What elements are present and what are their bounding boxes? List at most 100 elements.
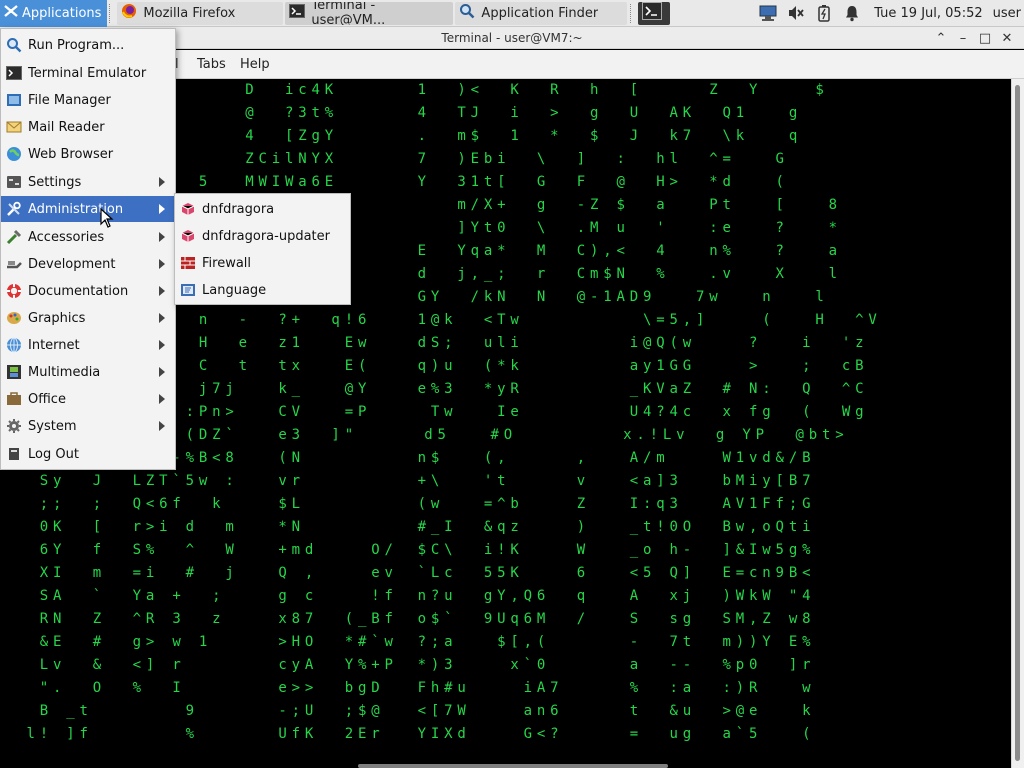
user-menu[interactable]: user xyxy=(993,6,1021,21)
menu-item-label: Multimedia xyxy=(28,364,101,380)
matrix-row: " . O % I e > > b g D F h # u i A 7 % : … xyxy=(0,680,811,696)
notifications-bell-icon[interactable] xyxy=(841,2,863,24)
taskbar-item-label: Mozilla Firefox xyxy=(143,5,236,21)
close-icon[interactable]: ✕ xyxy=(996,31,1018,46)
dnfdragora-updater-icon xyxy=(180,228,196,244)
clock[interactable]: Tue 19 Jul, 05:52 xyxy=(874,6,982,21)
menu-item-label: Documentation xyxy=(28,283,129,299)
menu-item-label: Graphics xyxy=(28,310,86,326)
matrix-row: 6 Y f S % ^ W + m d O / $ C \ i ! K W _ … xyxy=(0,542,811,558)
menu-item-mail-reader[interactable]: Mail Reader xyxy=(1,114,175,140)
top-panel: Applications Mozilla Firefox Terminal - … xyxy=(0,0,1024,27)
taskbar-item-label: Terminal - user@VM... xyxy=(311,1,386,25)
volume-muted-icon[interactable] xyxy=(785,2,807,24)
matrix-row: R N Z ^ R 3 z x 8 7 ( _ B f o $ ` 9 U q … xyxy=(0,611,811,627)
battery-icon[interactable] xyxy=(813,2,835,24)
submenu-arrow-icon xyxy=(159,286,165,296)
file-manager-icon xyxy=(6,92,22,108)
language-icon xyxy=(180,282,196,298)
menu-item-system[interactable]: System xyxy=(1,413,175,439)
maximize-icon[interactable]: □ xyxy=(974,31,996,46)
matrix-row: B _ t 9 - ; U ; $ @ < [ 7 W a n 6 t & u … xyxy=(0,703,811,719)
menu-item-administration[interactable]: Administration xyxy=(1,196,175,222)
menu-item-development[interactable]: Development xyxy=(1,251,175,277)
menu-item-label: dnfdragora-updater xyxy=(202,228,330,244)
matrix-row: S A ` Y a + ; g c ! f n ? u g Y , Q 6 q … xyxy=(0,588,811,604)
menu-item-run-program[interactable]: Run Program... xyxy=(1,32,175,58)
terminal-icon xyxy=(289,3,306,23)
matrix-row: l ! ] f % U f K 2 E r Y I X d G < ? = u … xyxy=(0,726,811,742)
menu-item-label: Terminal Emulator xyxy=(28,65,147,81)
window-controls: ⌃ – □ ✕ xyxy=(930,27,1018,49)
menu-help[interactable]: Help xyxy=(240,57,270,72)
panel-separator xyxy=(630,3,635,23)
minimize-icon[interactable]: – xyxy=(952,31,974,46)
vertical-scrollbar[interactable] xyxy=(1011,79,1024,768)
menu-tabs[interactable]: Tabs xyxy=(197,57,226,72)
chevron-up-icon[interactable]: ⌃ xyxy=(930,31,952,46)
matrix-row: X I m = i # j Q , e v ` L c 5 5 K 6 < 5 … xyxy=(0,565,811,581)
applications-menu: Run Program... Terminal Emulator File Ma… xyxy=(0,28,176,470)
submenu-item-dnfdragora[interactable]: dnfdragora xyxy=(175,196,350,222)
submenu-arrow-icon xyxy=(159,340,165,350)
firewall-icon xyxy=(180,255,196,271)
menu-item-office[interactable]: Office xyxy=(1,386,175,412)
workspace-terminal-button[interactable] xyxy=(638,1,671,25)
window-title: Terminal - user@VM7:~ xyxy=(441,30,583,45)
network-icon[interactable] xyxy=(757,2,779,24)
menu-item-label: Firewall xyxy=(202,255,252,271)
menu-item-file-manager[interactable]: File Manager xyxy=(1,87,175,113)
taskbar-item-app-finder[interactable]: Application Finder xyxy=(455,1,628,25)
submenu-arrow-icon xyxy=(159,421,165,431)
submenu-arrow-icon xyxy=(159,177,165,187)
menu-item-accessories[interactable]: Accessories xyxy=(1,224,175,250)
taskbar-item-terminal[interactable]: Terminal - user@VM... xyxy=(285,1,454,25)
graphics-icon xyxy=(6,310,22,326)
menu-item-terminal-emulator[interactable]: Terminal Emulator xyxy=(1,60,175,86)
horizontal-scrollbar[interactable] xyxy=(358,764,668,768)
menu-item-label: dnfdragora xyxy=(202,201,275,217)
matrix-row: & E # g > w 1 > H O * # ` w ? ; a $ [ , … xyxy=(0,634,811,650)
dnfdragora-icon xyxy=(180,201,196,217)
menu-item-settings[interactable]: Settings xyxy=(1,169,175,195)
firefox-icon xyxy=(121,3,137,23)
administration-submenu: dnfdragora dnfdragora-updater Firewall L… xyxy=(174,193,351,305)
internet-icon xyxy=(6,337,22,353)
matrix-row: 0 K [ r > i d m * N # _ I & q z ) _ t ! … xyxy=(0,519,811,535)
menu-item-label: Internet xyxy=(28,337,80,353)
matrix-row: ; ; ; Q < 6 f k $ L ( w = ^ b Z I : q 3 … xyxy=(0,496,811,512)
system-tray: Tue 19 Jul, 05:52 user xyxy=(754,0,1024,27)
applications-menu-button[interactable]: Applications xyxy=(0,0,108,27)
menu-item-log-out[interactable]: Log Out xyxy=(1,441,175,467)
menu-item-multimedia[interactable]: Multimedia xyxy=(1,359,175,385)
submenu-item-dnfdragora-updater[interactable]: dnfdragora-updater xyxy=(175,223,350,249)
terminal-icon xyxy=(642,2,663,24)
submenu-arrow-icon xyxy=(159,259,165,269)
system-gear-icon xyxy=(6,418,22,434)
menu-item-internet[interactable]: Internet xyxy=(1,332,175,358)
submenu-item-language[interactable]: Language xyxy=(175,277,350,303)
menu-item-label: Mail Reader xyxy=(28,119,105,135)
menu-item-label: Office xyxy=(28,391,66,407)
submenu-arrow-icon xyxy=(159,204,165,214)
menu-item-label: Language xyxy=(202,282,267,298)
taskbar-item-firefox[interactable]: Mozilla Firefox xyxy=(117,1,284,25)
submenu-item-firewall[interactable]: Firewall xyxy=(175,250,350,276)
menu-item-graphics[interactable]: Graphics xyxy=(1,305,175,331)
administration-icon xyxy=(6,201,22,217)
panel-separator xyxy=(109,3,114,23)
scrollbar-thumb[interactable] xyxy=(1015,85,1020,761)
menu-item-label: Settings xyxy=(28,174,82,190)
web-browser-icon xyxy=(6,146,22,162)
submenu-arrow-icon xyxy=(159,367,165,377)
submenu-arrow-icon xyxy=(159,232,165,242)
menu-item-web-browser[interactable]: Web Browser xyxy=(1,141,175,167)
taskbar-item-label: Application Finder xyxy=(481,5,599,21)
menu-item-label: Run Program... xyxy=(28,37,125,53)
menu-item-documentation[interactable]: Documentation xyxy=(1,278,175,304)
documentation-icon xyxy=(6,283,22,299)
mouse-pointer-icon xyxy=(100,207,114,232)
menu-item-label: File Manager xyxy=(28,92,111,108)
menu-item-label: Accessories xyxy=(28,229,105,245)
menu-item-label: Log Out xyxy=(28,446,79,462)
